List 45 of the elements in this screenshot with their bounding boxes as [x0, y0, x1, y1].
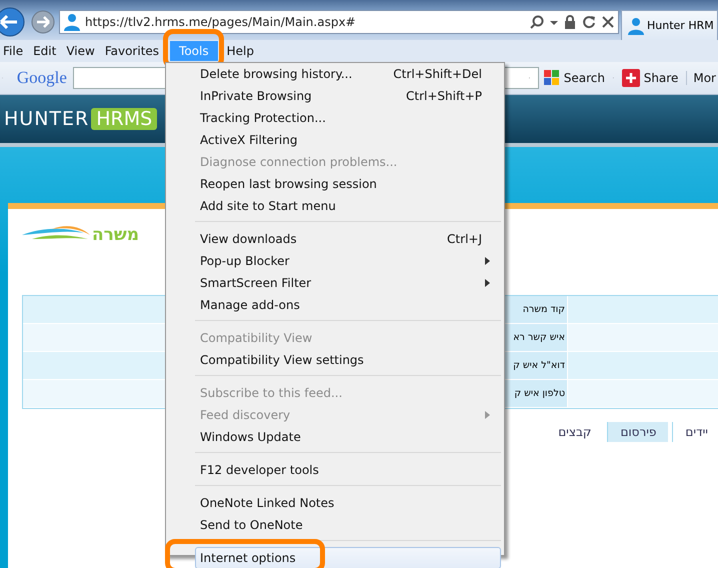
browser-tab[interactable]: Hunter HRM	[621, 10, 718, 40]
menu-item[interactable]: OneNote Linked Notes	[195, 492, 501, 514]
lock-icon	[564, 15, 576, 29]
logo-badge: HRMS	[91, 108, 158, 130]
company-logo-text: משרה	[92, 225, 140, 245]
tab[interactable]: קבצים	[546, 422, 604, 442]
search-button[interactable]: Search	[542, 70, 607, 86]
menu-item[interactable]: Add site to Start menu	[195, 195, 501, 217]
tab[interactable]: יידים	[672, 422, 718, 442]
menu-item[interactable]: Pop-up Blocker	[195, 250, 501, 272]
field-label: קוד משרה	[505, 296, 567, 323]
person-icon	[628, 16, 644, 34]
menu-item[interactable]: F12 developer tools	[195, 459, 501, 481]
field-label: איש קשר רא	[505, 324, 567, 351]
menu-item[interactable]: Internet options	[195, 547, 501, 568]
person-icon	[64, 13, 80, 31]
logo-text: HUNTER	[4, 108, 90, 130]
google-logo: Google	[16, 68, 67, 88]
menu-item[interactable]: Manage add-ons	[195, 294, 501, 316]
more-button[interactable]: Mor	[686, 71, 718, 85]
field-label: טלפון איש ק	[505, 380, 567, 407]
forward-button[interactable]	[30, 9, 56, 35]
plus-icon	[622, 69, 640, 87]
menu-item[interactable]: Compatibility View settings	[195, 349, 501, 371]
menu-item[interactable]: Send to OneNote	[195, 514, 501, 536]
shortcut-text: Ctrl+Shift+Del	[393, 67, 482, 81]
menu-item[interactable]: Tracking Protection...	[195, 107, 501, 129]
menu-item[interactable]: InPrivate Browsing Ctrl+Shift+P	[195, 85, 501, 107]
menu-item[interactable]: Windows Update	[195, 426, 501, 448]
shortcut-text: Ctrl+J	[447, 232, 482, 246]
menu-bar-item[interactable]: Help	[220, 41, 261, 61]
field-label: דוא"ל איש ק	[505, 352, 567, 379]
menu-item[interactable]: Delete browsing history... Ctrl+Shift+Del	[195, 63, 501, 85]
colored-squares-icon	[544, 70, 560, 86]
close-icon[interactable]	[602, 16, 614, 28]
menu-item[interactable]: SmartScreen Filter	[195, 272, 501, 294]
shortcut-text: Ctrl+Shift+P	[406, 89, 482, 103]
tab[interactable]: פירסום	[607, 422, 668, 442]
menu-item[interactable]: Reopen last browsing session	[195, 173, 501, 195]
share-button[interactable]: Share	[620, 69, 680, 87]
refresh-icon[interactable]	[582, 15, 596, 29]
menu-item[interactable]: ActiveX Filtering	[195, 129, 501, 151]
menu-item[interactable]: View downloads Ctrl+J	[195, 228, 501, 250]
address-field[interactable]: https://tlv2.hrms.me/pages/Main/Main.aspx#	[59, 10, 619, 34]
search-icon[interactable]	[530, 15, 544, 29]
